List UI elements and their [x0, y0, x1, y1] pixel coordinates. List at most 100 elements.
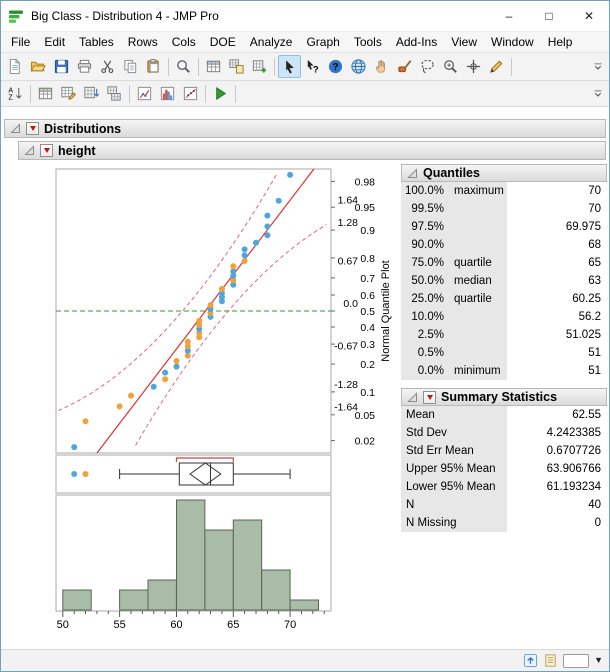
- svg-text:-1.28: -1.28: [334, 379, 358, 391]
- disclosure-open-icon[interactable]: [407, 167, 418, 179]
- quantiles-title: Quantiles: [423, 166, 480, 180]
- close-button[interactable]: ✕: [569, 1, 609, 31]
- summary-statistics-table: Mean 62.55 Std Dev 4.2423385 Std Err Mean 0.6…: [401, 406, 607, 532]
- journal-status-icon[interactable]: [543, 653, 558, 668]
- toolbar-options-button[interactable]: [590, 58, 606, 76]
- paste-table-button[interactable]: [225, 55, 248, 78]
- menu-item-window[interactable]: Window: [484, 33, 541, 51]
- quantiles-row: 97.5% 69.975: [401, 218, 607, 236]
- svg-text:0.9: 0.9: [360, 225, 375, 237]
- table-sort-button[interactable]: [80, 82, 103, 105]
- toolbar-options-button[interactable]: [590, 85, 606, 103]
- menu-item-analyze[interactable]: Analyze: [243, 33, 300, 51]
- menu-item-edit[interactable]: Edit: [37, 33, 72, 51]
- menu-item-doe[interactable]: DOE: [203, 33, 243, 51]
- copy-button[interactable]: [119, 55, 142, 78]
- summary-statistics-row: N 40: [401, 496, 607, 514]
- quantile-type-label: maximum: [447, 182, 507, 200]
- status-bar: ▼: [1, 649, 609, 671]
- svg-text:-0.67: -0.67: [334, 340, 358, 352]
- minimize-button[interactable]: –: [489, 1, 529, 31]
- summary-statistics-row: Upper 95% Mean 63.906766: [401, 460, 607, 478]
- quantile-value: 68: [588, 239, 601, 251]
- disclosure-open-icon[interactable]: [24, 145, 35, 156]
- maximize-button[interactable]: □: [529, 1, 569, 31]
- quantiles-row: 90.0% 68: [401, 236, 607, 254]
- menu-item-view[interactable]: View: [444, 33, 484, 51]
- quantiles-row: 50.0% median 63: [401, 272, 607, 290]
- arrow-tool-button[interactable]: [278, 55, 301, 78]
- quantile-type-label: [447, 344, 507, 362]
- lasso-tool-button[interactable]: [416, 55, 439, 78]
- grabber-tool-button[interactable]: [370, 55, 393, 78]
- quantile-value: 60.25: [572, 293, 601, 305]
- table-stack-button[interactable]: [103, 82, 126, 105]
- table-pencil-button[interactable]: [57, 82, 80, 105]
- quantiles-row: 100.0% maximum 70: [401, 182, 607, 200]
- window-list-box[interactable]: [563, 653, 590, 668]
- statistic-value: 63.906766: [546, 463, 601, 475]
- toolbar-main: ??: [1, 53, 609, 81]
- quantiles-row: 0.5% 51: [401, 344, 607, 362]
- run-script-button[interactable]: [209, 82, 232, 105]
- svg-text:0.02: 0.02: [355, 436, 376, 448]
- svg-text:0.98: 0.98: [355, 176, 376, 188]
- svg-text:?: ?: [332, 62, 338, 73]
- paste-button[interactable]: [142, 55, 165, 78]
- quantile-value: 65: [588, 257, 601, 269]
- globe-tool-button[interactable]: [347, 55, 370, 78]
- menu-item-rows[interactable]: Rows: [121, 33, 165, 51]
- disclosure-open-icon[interactable]: [10, 123, 21, 134]
- quantile-percent-label: 0.0%: [401, 362, 447, 380]
- distribution-icon-button[interactable]: [156, 82, 179, 105]
- menu-item-file[interactable]: File: [4, 33, 37, 51]
- annotate-tool-button[interactable]: [485, 55, 508, 78]
- svg-text:70: 70: [284, 619, 296, 631]
- quantiles-row: 0.0% minimum 51: [401, 362, 607, 380]
- zoom-region-button[interactable]: [172, 55, 195, 78]
- svg-text:Z: Z: [8, 94, 13, 102]
- svg-text:55: 55: [113, 619, 125, 631]
- crosshair-tool-button[interactable]: [462, 55, 485, 78]
- menu-item-cols[interactable]: Cols: [165, 33, 203, 51]
- menu-item-help[interactable]: Help: [541, 33, 580, 51]
- red-triangle-menu-button[interactable]: [40, 144, 53, 157]
- summary-statistics-row: Mean 62.55: [401, 406, 607, 424]
- new-data-table-button[interactable]: [34, 82, 57, 105]
- toolbar-separator: [205, 84, 206, 103]
- svg-text:0.1: 0.1: [360, 387, 375, 399]
- menu-item-tables[interactable]: Tables: [72, 33, 121, 51]
- svg-text:0.2: 0.2: [360, 359, 375, 371]
- fit-icon-button[interactable]: [179, 82, 202, 105]
- add-table-button[interactable]: [248, 55, 271, 78]
- brush-tool-button[interactable]: [393, 55, 416, 78]
- sort-az-button[interactable]: AZ: [4, 82, 27, 105]
- magnifier-tool-button[interactable]: [439, 55, 462, 78]
- menu-item-tools[interactable]: Tools: [347, 33, 389, 51]
- question-tool-button[interactable]: ?: [324, 55, 347, 78]
- help-tool-button[interactable]: ?: [301, 55, 324, 78]
- data-table-button[interactable]: [202, 55, 225, 78]
- height-title: height: [58, 143, 96, 158]
- quantile-percent-label: 99.5%: [401, 200, 447, 218]
- jmp-logo-icon: [8, 8, 24, 25]
- red-triangle-icon: [43, 148, 50, 153]
- cut-button[interactable]: [96, 55, 119, 78]
- statistic-value: 62.55: [572, 409, 601, 421]
- graph-builder-button[interactable]: [133, 82, 156, 105]
- new-journal-button[interactable]: [4, 55, 27, 78]
- open-file-button[interactable]: [27, 55, 50, 78]
- quantile-value: 70: [588, 203, 601, 215]
- disclosure-open-icon[interactable]: [407, 391, 418, 403]
- scroll-up-icon[interactable]: [523, 653, 538, 668]
- red-triangle-menu-button[interactable]: [26, 122, 39, 135]
- quantiles-header: Quantiles: [401, 164, 607, 182]
- print-button[interactable]: [73, 55, 96, 78]
- distribution-plot[interactable]: 0.980.950.90.80.70.60.50.40.30.20.10.050…: [19, 163, 399, 631]
- save-file-button[interactable]: [50, 55, 73, 78]
- distributions-title: Distributions: [44, 121, 122, 136]
- status-menu-arrow-icon[interactable]: ▼: [594, 656, 603, 665]
- menu-item-graph[interactable]: Graph: [299, 33, 346, 51]
- red-triangle-menu-button[interactable]: [423, 390, 436, 404]
- menu-item-addins[interactable]: Add-Ins: [389, 33, 444, 51]
